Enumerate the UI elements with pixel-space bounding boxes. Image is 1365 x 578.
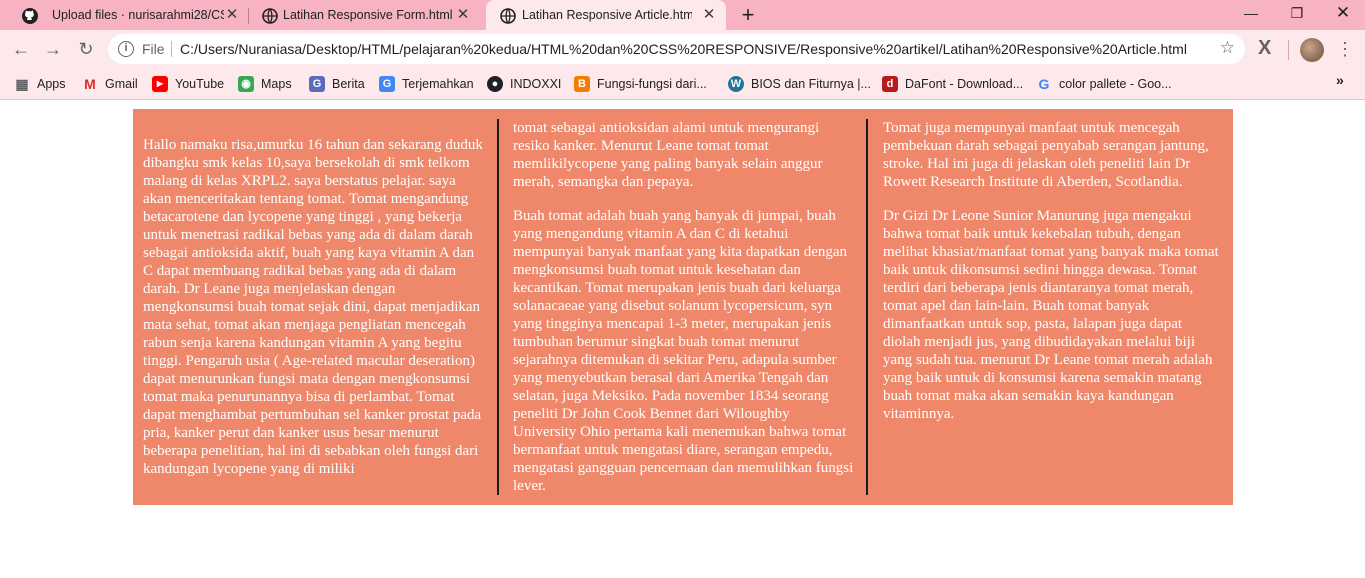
- bookmark-berita[interactable]: G Berita: [309, 74, 365, 94]
- bookmark-label: Apps: [37, 77, 66, 91]
- maps-icon: ◉: [238, 76, 254, 92]
- bookmark-fungsi[interactable]: B Fungsi-fungsi dari...: [574, 74, 707, 94]
- bookmark-label: Terjemahkan: [402, 77, 474, 91]
- bookmark-label: YouTube: [175, 77, 225, 91]
- bookmark-indoxxi[interactable]: ● INDOXXI: [487, 74, 561, 94]
- url-scheme-label: File: [142, 41, 165, 57]
- column-rule: [866, 119, 868, 495]
- bookmark-dafont[interactable]: d DaFont - Download...: [882, 74, 1023, 94]
- dafont-icon: d: [882, 76, 898, 92]
- article-paragraph: Buah tomat adalah buah yang banyak di ju…: [513, 208, 854, 494]
- minimize-icon[interactable]: —: [1228, 0, 1274, 30]
- browser-toolbar: ← → ↻ i File C:/Users/Nuraniasa/Desktop/…: [0, 30, 1365, 68]
- bookmark-maps[interactable]: ◉ Maps: [238, 74, 292, 94]
- article-paragraph: Tomat juga mempunyai manfaat untuk mence…: [883, 120, 1209, 190]
- article: Hallo namaku risa,umurku 16 tahun dan se…: [133, 109, 1233, 505]
- bookmark-apps[interactable]: ▦ Apps: [14, 74, 66, 94]
- gmail-icon: M: [84, 76, 96, 92]
- bookmark-label: Berita: [332, 77, 365, 91]
- youtube-icon: ▶: [152, 76, 168, 92]
- bookmarks-bar: ▦ Apps M Gmail ▶ YouTube ◉ Maps G Berita…: [0, 68, 1365, 100]
- url-text[interactable]: C:/Users/Nuraniasa/Desktop/HTML/pelajara…: [180, 41, 1187, 57]
- bookmark-label: INDOXXI: [510, 77, 562, 91]
- bookmark-label: Gmail: [105, 77, 138, 91]
- new-tab-button[interactable]: +: [737, 4, 759, 26]
- globe-icon: [262, 8, 278, 24]
- avatar[interactable]: [1300, 38, 1324, 62]
- address-bar[interactable]: i File C:/Users/Nuraniasa/Desktop/HTML/p…: [108, 34, 1245, 64]
- news-icon: G: [309, 76, 325, 92]
- close-icon[interactable]: ✕: [454, 6, 472, 24]
- article-column-2: tomat sebagai antioksidan alami untuk me…: [513, 119, 855, 511]
- back-icon[interactable]: ←: [10, 38, 32, 60]
- bookmark-label: BIOS dan Fiturnya |...: [751, 77, 871, 91]
- reload-icon[interactable]: ↻: [75, 38, 97, 60]
- article-column-3: Tomat juga mempunyai manfaat untuk mence…: [883, 119, 1223, 439]
- bookmark-bios[interactable]: W BIOS dan Fiturnya |...: [728, 74, 871, 94]
- bookmark-gmail[interactable]: M Gmail: [82, 74, 138, 94]
- google-icon: G: [1038, 76, 1050, 92]
- bookmark-label: Fungsi-fungsi dari...: [597, 77, 707, 91]
- column-rule: [497, 119, 499, 495]
- tab-upload-files[interactable]: Upload files · nurisarahmi28/CSS ✕: [8, 0, 248, 30]
- globe-icon: [500, 8, 516, 24]
- info-icon[interactable]: i: [118, 41, 134, 57]
- extension-x-icon[interactable]: X: [1258, 37, 1271, 60]
- tab-title: Latihan Responsive Article.html: [522, 8, 692, 22]
- bookmark-youtube[interactable]: ▶ YouTube: [152, 74, 224, 94]
- bookmark-label: color pallete - Goo...: [1059, 77, 1172, 91]
- forward-icon[interactable]: →: [42, 38, 64, 60]
- article-paragraph: Dr Gizi Dr Leone Sunior Manurung juga me…: [883, 208, 1219, 422]
- article-column-1: Hallo namaku risa,umurku 16 tahun dan se…: [143, 136, 487, 494]
- menu-dots-icon[interactable]: ⋮: [1336, 38, 1354, 62]
- star-icon[interactable]: ☆: [1220, 38, 1235, 58]
- wordpress-icon: W: [728, 76, 744, 92]
- tab-responsive-article[interactable]: Latihan Responsive Article.html ✕: [486, 0, 726, 30]
- close-icon[interactable]: ✕: [223, 6, 241, 24]
- restore-icon[interactable]: ❐: [1274, 0, 1320, 30]
- bookmark-label: DaFont - Download...: [905, 77, 1024, 91]
- bookmark-color-pallete[interactable]: G color pallete - Goo...: [1036, 74, 1172, 94]
- toolbar-divider: [1288, 40, 1289, 60]
- translate-icon: G: [379, 76, 395, 92]
- bookmark-terjemahkan[interactable]: G Terjemahkan: [379, 74, 474, 94]
- tab-title: Upload files · nurisarahmi28/CSS: [52, 8, 224, 22]
- close-icon[interactable]: ✕: [700, 6, 718, 24]
- blogger-icon: B: [574, 76, 590, 92]
- bookmarks-overflow-icon[interactable]: »: [1336, 72, 1344, 88]
- bookmark-label: Maps: [261, 77, 292, 91]
- tab-responsive-form[interactable]: Latihan Responsive Form.html ✕: [248, 0, 486, 30]
- apps-grid-icon: ▦: [15, 76, 29, 92]
- window-close-icon[interactable]: ✕: [1320, 0, 1365, 30]
- tab-strip: Upload files · nurisarahmi28/CSS ✕ Latih…: [0, 0, 1365, 30]
- github-icon: [22, 8, 38, 24]
- omnibox-divider: [171, 41, 172, 57]
- tab-title: Latihan Responsive Form.html: [283, 8, 453, 22]
- globe-icon: ●: [487, 76, 503, 92]
- article-paragraph: Hallo namaku risa,umurku 16 tahun dan se…: [143, 137, 483, 477]
- article-paragraph: tomat sebagai antioksidan alami untuk me…: [513, 120, 823, 190]
